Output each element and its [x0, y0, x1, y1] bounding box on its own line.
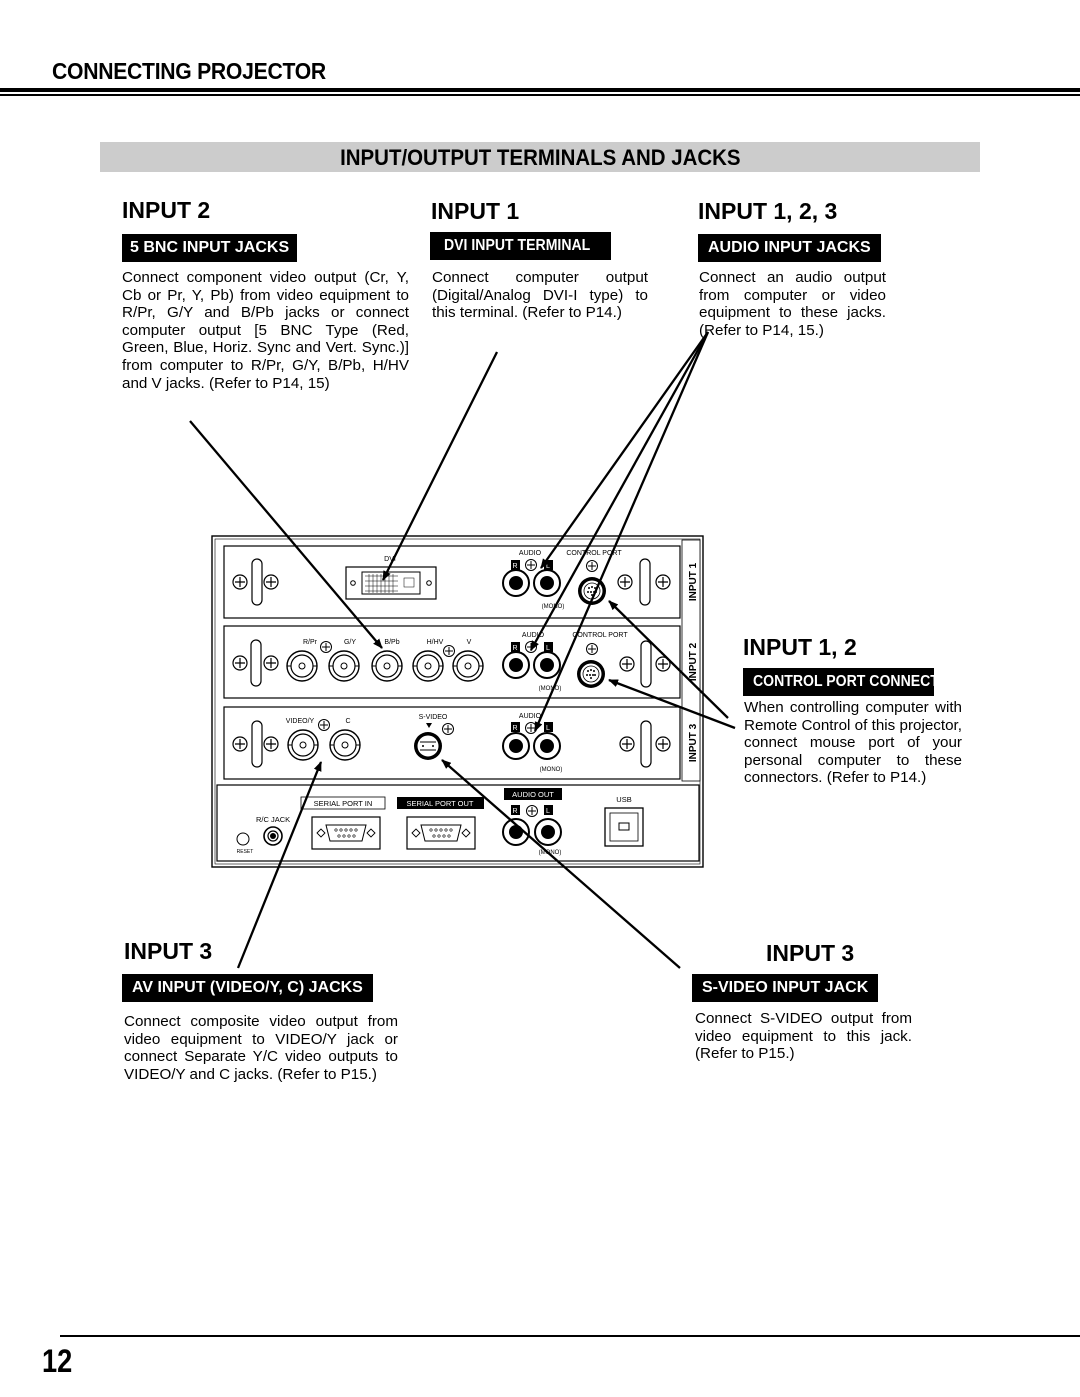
serial-in-label: SERIAL PORT IN [314, 799, 373, 808]
footer-rule [60, 1335, 1080, 1337]
panel-port-label: B/Pb [384, 639, 399, 646]
usb-label: USB [616, 795, 631, 804]
arrow-audio-1 [540, 331, 709, 569]
panel-port-label: (MONO) [539, 686, 562, 692]
panel-port-label: AUDIO [519, 713, 542, 720]
bottom-io-module: SERIAL PORT IN SERIAL PORT OUT AUDIO OUT… [216, 784, 700, 862]
panel-port-label: V [467, 639, 472, 646]
panel-port-label: L [546, 808, 550, 815]
serial-out-port [406, 816, 476, 850]
rc-jack-label: R/C JACK [256, 815, 290, 824]
usb-port [604, 807, 644, 847]
input2-module: R/Pr G/Y B/Pb H/HV V AUDIO R L (MONO) CO… [223, 625, 681, 699]
panel-port-label: (MONO) [540, 767, 563, 773]
input1-side-label: INPUT 1 [688, 562, 699, 601]
panel-port-label: L [546, 563, 550, 570]
panel-port-label: L [546, 725, 550, 732]
serial-out-label: SERIAL PORT OUT [407, 799, 474, 808]
panel-port-label: R [512, 645, 517, 652]
input3-side-label: INPUT 3 [688, 723, 699, 762]
panel-port-label: L [546, 645, 550, 652]
panel-port-label: H/HV [427, 639, 444, 646]
panel-port-label: CONTROL PORT [572, 632, 628, 639]
page-number: 12 [42, 1343, 73, 1379]
panel-port-label: G/Y [344, 639, 356, 646]
audio-out-label: AUDIO OUT [512, 790, 554, 799]
terminal-panel-diagram: DVI AUDIO R L (MONO) CONTROL PORT INPUT … [189, 331, 736, 969]
input2-side-label: INPUT 2 [688, 642, 699, 681]
dvi-connector [345, 566, 437, 600]
panel-port-label: R [512, 808, 517, 815]
panel-port-label: R [512, 725, 517, 732]
reset-button [236, 832, 250, 846]
serial-in-port [311, 816, 381, 850]
panel-port-label: R/Pr [303, 639, 318, 646]
panel-port-label: R [512, 563, 517, 570]
panel-port-label: RESET [237, 849, 254, 855]
svideo-connector [414, 732, 442, 760]
panel-port-label: VIDEO/Y [286, 718, 315, 725]
panel-port-label: C [345, 718, 350, 725]
panel-port-label: S-VIDEO [419, 714, 448, 721]
panel-port-label: AUDIO [519, 550, 542, 557]
